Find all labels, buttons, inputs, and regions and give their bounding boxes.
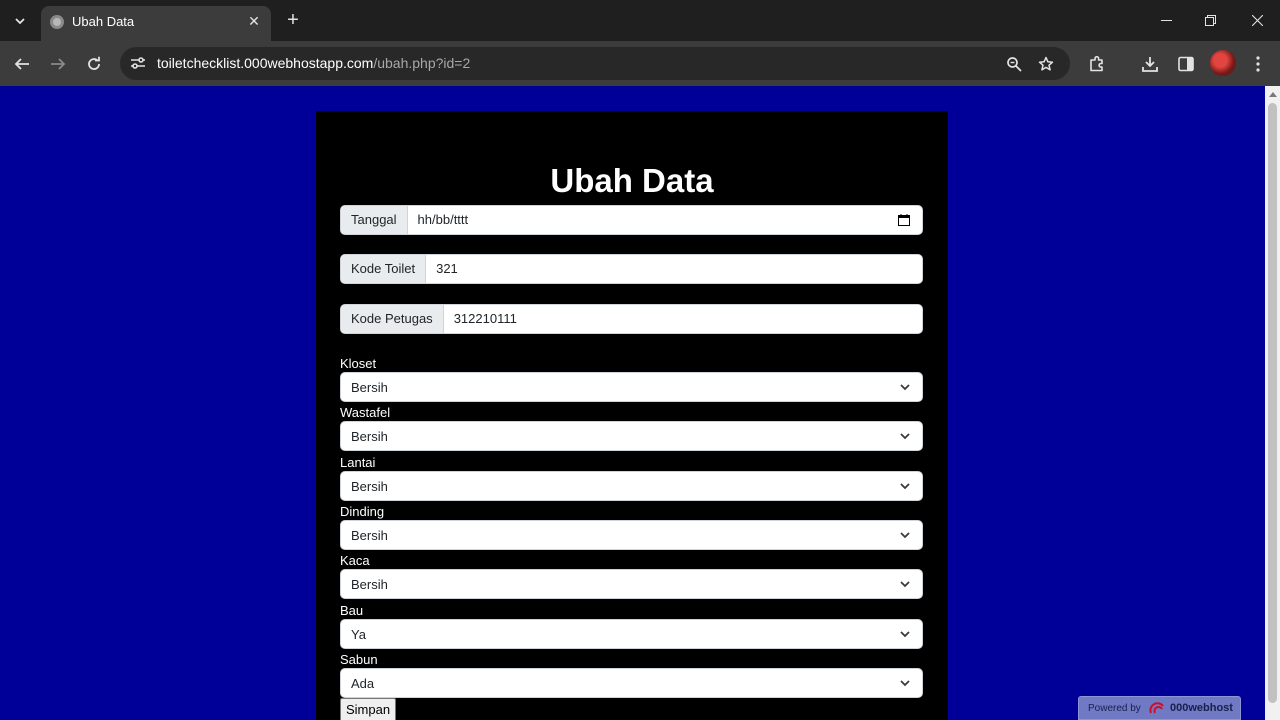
address-bar[interactable]: toiletchecklist.000webhostapp.com/ubah.p… (120, 47, 1070, 80)
sabun-label: Sabun (340, 652, 378, 667)
page-viewport: Ubah Data Tanggal hh/bb/tttt Kode Toilet… (0, 86, 1280, 720)
kode-petugas-label: Kode Petugas (341, 305, 444, 333)
lantai-select-value: Bersih (351, 479, 388, 494)
bau-select-value: Ya (351, 627, 366, 642)
close-window-icon[interactable] (1244, 8, 1270, 32)
hosting-badge[interactable]: Powered by 000webhost (1078, 696, 1241, 720)
chevron-down-icon (900, 532, 910, 539)
extensions-icon[interactable] (1085, 52, 1109, 76)
chevron-down-icon (900, 384, 910, 391)
chevron-down-icon (900, 581, 910, 588)
tanggal-label: Tanggal (341, 206, 408, 234)
webhost-logo-icon (1149, 702, 1164, 714)
lantai-select[interactable]: Bersih (340, 471, 923, 501)
kaca-select[interactable]: Bersih (340, 569, 923, 599)
wastafel-label: Wastafel (340, 405, 391, 420)
side-panel-icon[interactable] (1174, 52, 1198, 76)
kode-petugas-input[interactable] (443, 305, 922, 333)
chevron-down-icon (900, 483, 910, 490)
chevron-down-icon (900, 680, 910, 687)
kloset-label: Kloset (340, 356, 377, 371)
scroll-up-icon[interactable] (1269, 92, 1277, 97)
bau-select[interactable]: Ya (340, 619, 923, 649)
kode-toilet-input[interactable] (426, 255, 922, 283)
browser-tab-strip: Ubah Data ✕ + (0, 0, 1280, 41)
chevron-down-icon (900, 631, 910, 638)
download-icon[interactable] (1138, 52, 1162, 76)
globe-icon (50, 15, 64, 29)
wastafel-select[interactable]: Bersih (340, 421, 923, 451)
vertical-scrollbar[interactable] (1265, 86, 1280, 720)
back-icon[interactable] (9, 51, 35, 77)
zoom-icon[interactable] (1004, 54, 1024, 74)
badge-prefix: Powered by (1088, 703, 1141, 714)
reload-icon[interactable] (81, 51, 107, 77)
form-card: Ubah Data Tanggal hh/bb/tttt Kode Toilet… (316, 111, 948, 720)
badge-brand: 000webhost (1170, 702, 1233, 714)
restore-icon[interactable] (1197, 8, 1223, 32)
kode-toilet-label: Kode Toilet (341, 255, 427, 283)
more-menu-icon[interactable] (1246, 52, 1270, 76)
url-host: toiletchecklist.000webhostapp.com (157, 55, 374, 71)
simpan-button[interactable]: Simpan (340, 698, 397, 720)
bau-label: Bau (340, 603, 364, 618)
browser-toolbar: toiletchecklist.000webhostapp.com/ubah.p… (0, 41, 1280, 86)
minimize-icon[interactable] (1153, 8, 1179, 32)
kaca-label: Kaca (340, 553, 370, 568)
bookmark-star-icon[interactable] (1036, 54, 1056, 74)
profile-avatar[interactable] (1210, 50, 1236, 76)
kode-toilet-field-group: Kode Toilet (340, 254, 923, 284)
tab-title: Ubah Data (72, 14, 135, 29)
kloset-select-value: Bersih (351, 380, 388, 395)
page-title: Ubah Data (550, 162, 714, 199)
kloset-select[interactable]: Bersih (340, 372, 923, 402)
dinding-select-value: Bersih (351, 528, 388, 543)
new-tab-icon[interactable]: + (282, 9, 304, 31)
dinding-label: Dinding (340, 504, 385, 519)
tanggal-field-group: Tanggal hh/bb/tttt (340, 205, 923, 235)
kode-petugas-field-group: Kode Petugas (340, 304, 923, 334)
kaca-select-value: Bersih (351, 577, 388, 592)
close-tab-icon[interactable]: ✕ (245, 12, 263, 30)
lantai-label: Lantai (340, 455, 376, 470)
browser-tab[interactable]: Ubah Data ✕ (41, 6, 271, 41)
calendar-icon[interactable] (892, 206, 916, 234)
dinding-select[interactable]: Bersih (340, 520, 923, 550)
site-info-icon[interactable] (129, 54, 147, 72)
url-path: /ubah.php?id=2 (373, 55, 471, 71)
tanggal-date-input[interactable]: hh/bb/tttt (408, 206, 892, 234)
tab-search-icon[interactable] (8, 9, 32, 33)
scrollbar-thumb[interactable] (1268, 103, 1277, 703)
wastafel-select-value: Bersih (351, 429, 388, 444)
sabun-select[interactable]: Ada (340, 668, 923, 698)
forward-icon[interactable] (45, 51, 71, 77)
chevron-down-icon (900, 433, 910, 440)
sabun-select-value: Ada (351, 676, 375, 691)
url-text: toiletchecklist.000webhostapp.com/ubah.p… (157, 55, 470, 72)
